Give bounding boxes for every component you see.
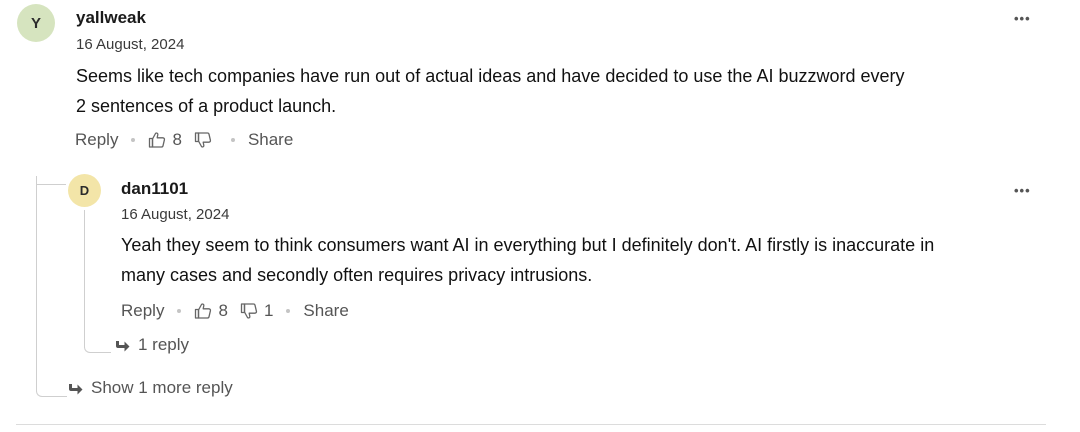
comment-body: Seems like tech companies have run out o…: [76, 61, 1056, 121]
comment-actions: Reply 8 Share: [75, 129, 293, 151]
reply-arrow-icon: [116, 340, 130, 351]
thread-line: [36, 176, 67, 397]
thumbs-up-icon: [149, 132, 166, 148]
reply-button[interactable]: Reply: [121, 301, 164, 321]
more-options-icon[interactable]: •••: [1014, 184, 1031, 197]
avatar[interactable]: Y: [17, 4, 55, 42]
comment-text-line: Yeah they seem to think consumers want A…: [121, 235, 935, 255]
view-replies-button[interactable]: 1 reply: [115, 335, 189, 355]
replies-count-label: 1 reply: [138, 335, 190, 354]
separator-dot: [286, 309, 291, 313]
like-button[interactable]: 8: [194, 301, 228, 321]
thumbs-up-icon: [195, 303, 212, 319]
comment-text-line: 2 sentences of a product launch.: [76, 96, 337, 116]
comment-date: 16 August, 2024: [76, 36, 185, 53]
share-button[interactable]: Share: [303, 301, 348, 321]
comment-body: Yeah they seem to think consumers want A…: [121, 230, 1061, 290]
thread-connector: [36, 184, 66, 185]
thumbs-down-icon: [194, 132, 212, 148]
dislike-button[interactable]: 1: [240, 301, 273, 321]
avatar-letter: D: [79, 183, 90, 198]
comment-username[interactable]: yallweak: [76, 8, 146, 28]
comment-text-line: Seems like tech companies have run out o…: [76, 66, 905, 86]
dislike-button[interactable]: [194, 131, 218, 149]
thumbs-down-icon: [240, 303, 258, 319]
avatar-letter: Y: [30, 14, 41, 32]
comment-text-line: many cases and secondly often requires p…: [121, 265, 593, 285]
like-count: 8: [172, 130, 182, 149]
reply-button[interactable]: Reply: [75, 130, 118, 150]
show-more-label: Show 1 more reply: [91, 378, 233, 397]
share-button[interactable]: Share: [248, 130, 293, 150]
reply-arrow-icon: [69, 383, 83, 394]
divider: [16, 424, 1046, 425]
thread-line: [84, 210, 111, 353]
comment-username[interactable]: dan1101: [121, 179, 188, 199]
separator-dot: [177, 309, 182, 313]
comment-actions: Reply 8 1 Share: [121, 300, 349, 322]
separator-dot: [230, 138, 235, 142]
like-count: 8: [218, 301, 228, 320]
comment-date: 16 August, 2024: [121, 206, 230, 223]
like-button[interactable]: 8: [148, 130, 182, 150]
avatar[interactable]: D: [68, 174, 101, 207]
show-more-replies-button[interactable]: Show 1 more reply: [68, 378, 233, 398]
separator-dot: [131, 138, 136, 142]
more-options-icon[interactable]: •••: [1014, 12, 1031, 25]
dislike-count: 1: [263, 301, 274, 320]
